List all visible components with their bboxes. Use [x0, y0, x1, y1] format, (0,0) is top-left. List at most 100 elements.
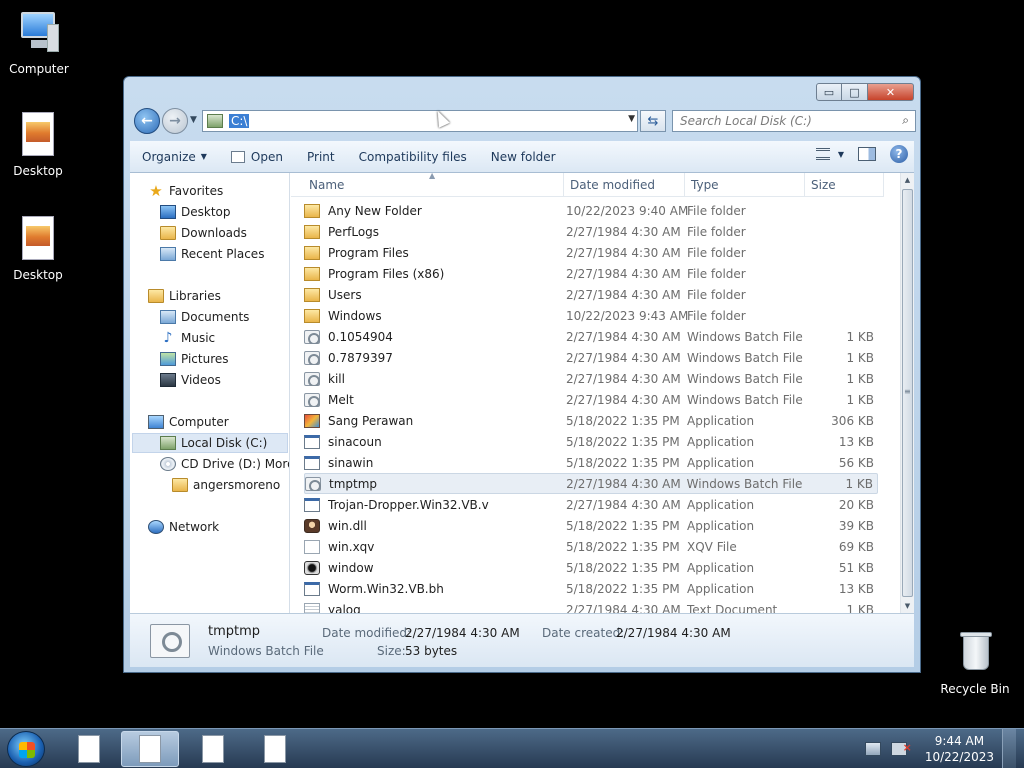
table-row[interactable]: Program Files (x86) 2/27/1984 4:30 AM File… [304, 263, 878, 284]
file-date-modified: 10/22/2023 9:43 AM [566, 308, 689, 323]
table-row[interactable]: Trojan-Dropper.Win32.VB.v 2/27/1984 4:30 … [304, 494, 878, 515]
column-name[interactable]: Name [291, 173, 564, 197]
search-input[interactable]: Search Local Disk (C:) ⌕ [672, 110, 916, 132]
compatibility-files-button[interactable]: Compatibility files [347, 141, 479, 172]
folder-icon [304, 287, 320, 302]
desktop-icon-computer[interactable]: Computer [1, 10, 77, 76]
nav-pictures[interactable]: Pictures [160, 349, 229, 369]
clock-date: 10/22/2023 [924, 750, 994, 764]
column-size[interactable]: Size [805, 173, 884, 197]
nav-music[interactable]: ♪ Music [160, 328, 216, 348]
preview-pane-icon[interactable] [858, 147, 876, 161]
nav-label: Network [169, 520, 220, 534]
search-icon[interactable]: ⌕ [902, 113, 909, 128]
file-name: sinacoun [328, 434, 382, 449]
file-type: File folder [687, 308, 746, 323]
clock[interactable]: 9:44 AM 10/22/2023 [925, 733, 994, 765]
address-path[interactable]: C:\ [229, 114, 250, 128]
taskbar-item-1[interactable] [60, 731, 118, 767]
help-icon[interactable]: ? [890, 145, 908, 163]
document-icon [78, 735, 100, 763]
nav-network[interactable]: Network [148, 517, 219, 537]
file-type: Windows Batch File [687, 329, 803, 344]
show-desktop-button[interactable] [1002, 729, 1016, 768]
table-row[interactable]: Melt 2/27/1984 4:30 AM Windows Batch File 1… [304, 389, 878, 410]
details-created-value: 2/27/1984 4:30 AM [616, 626, 731, 640]
minimize-button[interactable]: ▭ [816, 83, 842, 101]
back-button[interactable]: ← [134, 108, 160, 134]
system-tray: 9:44 AM 10/22/2023 [864, 729, 1016, 768]
nav-desktop[interactable]: Desktop [160, 202, 231, 222]
nav-documents[interactable]: Documents [160, 307, 249, 327]
file-date-modified: 2/27/1984 4:30 AM [566, 266, 681, 281]
image-file-icon [14, 216, 62, 264]
table-row[interactable]: Sang Perawan 5/18/2022 1:35 PM Application… [304, 410, 878, 431]
table-row[interactable]: Worm.Win32.VB.bh 5/18/2022 1:35 PM Applica… [304, 578, 878, 599]
nav-libraries[interactable]: Libraries [148, 286, 221, 306]
vertical-scrollbar[interactable]: ▲ ≡ ▼ [900, 173, 914, 613]
table-row[interactable]: 0.1054904 2/27/1984 4:30 AM Windows Batch … [304, 326, 878, 347]
libraries-icon [148, 289, 164, 303]
table-row[interactable]: Windows 10/22/2023 9:43 AM File folder [304, 305, 878, 326]
file-type: Windows Batch File [687, 371, 803, 386]
table-row[interactable]: Any New Folder 10/22/2023 9:40 AM File fol… [304, 200, 878, 221]
taskbar-item-4[interactable] [246, 731, 304, 767]
desktop-icon-recycle-bin[interactable]: Recycle Bin [937, 630, 1013, 696]
new-folder-button[interactable]: New folder [479, 141, 568, 172]
table-row[interactable]: tmptmp 2/27/1984 4:30 AM Windows Batch Fil… [304, 473, 878, 494]
batch-file-icon [150, 624, 190, 658]
nav-favorites[interactable]: ★ Favorites [148, 181, 223, 201]
table-row[interactable]: PerfLogs 2/27/1984 4:30 AM File folder [304, 221, 878, 242]
file-name: PerfLogs [328, 224, 380, 239]
nav-label: Pictures [181, 352, 229, 366]
column-type[interactable]: Type [685, 173, 805, 197]
nav-videos[interactable]: Videos [160, 370, 221, 390]
forward-button[interactable]: → [162, 108, 188, 134]
start-button[interactable] [7, 731, 45, 767]
nav-computer[interactable]: Computer [148, 412, 229, 432]
maximize-button[interactable]: □ [842, 83, 868, 101]
table-row[interactable]: sinacoun 5/18/2022 1:35 PM Application 13 K… [304, 431, 878, 452]
column-date-modified[interactable]: Date modified [564, 173, 685, 197]
desktop-icon-desktop-1[interactable]: Desktop [0, 112, 76, 178]
desktop-icon-desktop-2[interactable]: Desktop [0, 216, 76, 282]
close-button[interactable]: ✕ [868, 83, 914, 101]
table-row[interactable]: window 5/18/2022 1:35 PM Application 51 KB [304, 557, 878, 578]
views-icon [815, 148, 830, 160]
recent-pages-dropdown-icon[interactable]: ▼ [190, 115, 197, 125]
command-bar: Organize ▼ Open Print Compatibility files… [130, 141, 914, 173]
file-name-cell: PerfLogs [304, 224, 566, 239]
table-row[interactable]: Program Files 2/27/1984 4:30 AM File folde… [304, 242, 878, 263]
table-row[interactable]: sinawin 5/18/2022 1:35 PM Application 56 KB [304, 452, 878, 473]
scroll-down-icon[interactable]: ▼ [901, 599, 914, 613]
taskbar-item-3[interactable] [184, 731, 242, 767]
forward-arrow-icon: → [169, 113, 181, 129]
nav-angersmoreno[interactable]: angersmoreno [172, 475, 280, 495]
taskbar-item-2[interactable] [121, 731, 179, 767]
table-row[interactable]: win.xqv 5/18/2022 1:35 PM XQV File 69 KB [304, 536, 878, 557]
batch-file-icon [304, 350, 320, 365]
scroll-up-icon[interactable]: ▲ [901, 173, 914, 187]
pictures-icon [160, 352, 176, 366]
table-row[interactable]: 0.7879397 2/27/1984 4:30 AM Windows Batch … [304, 347, 878, 368]
table-row[interactable]: win.dll 5/18/2022 1:35 PM Application 39 KB [304, 515, 878, 536]
desktop-icon-label: Recycle Bin [940, 682, 1010, 696]
table-row[interactable]: Users 2/27/1984 4:30 AM File folder [304, 284, 878, 305]
nav-cd-drive-d[interactable]: CD Drive (D:) Moron [160, 454, 289, 474]
organize-button[interactable]: Organize ▼ [130, 141, 219, 172]
nav-recent-places[interactable]: Recent Places [160, 244, 264, 264]
table-row[interactable]: kill 2/27/1984 4:30 AM Windows Batch File 1… [304, 368, 878, 389]
volume-muted-icon[interactable] [890, 741, 912, 756]
change-view-button[interactable]: ▼ [815, 148, 844, 160]
address-bar[interactable]: C:\ ▼ [202, 110, 638, 132]
address-dropdown-icon[interactable]: ▼ [628, 114, 635, 124]
nav-downloads[interactable]: Downloads [160, 223, 247, 243]
downloads-folder-icon [160, 226, 176, 240]
network-status-icon[interactable] [864, 742, 881, 756]
nav-local-disk-c[interactable]: Local Disk (C:) [132, 433, 288, 453]
table-row[interactable]: yalog 2/27/1984 4:30 AM Text Document 1 KB [304, 599, 878, 613]
file-size: 1 KB [846, 329, 874, 344]
print-button[interactable]: Print [295, 141, 347, 172]
open-button[interactable]: Open [219, 141, 295, 172]
refresh-button[interactable]: ⇆ [640, 110, 666, 132]
